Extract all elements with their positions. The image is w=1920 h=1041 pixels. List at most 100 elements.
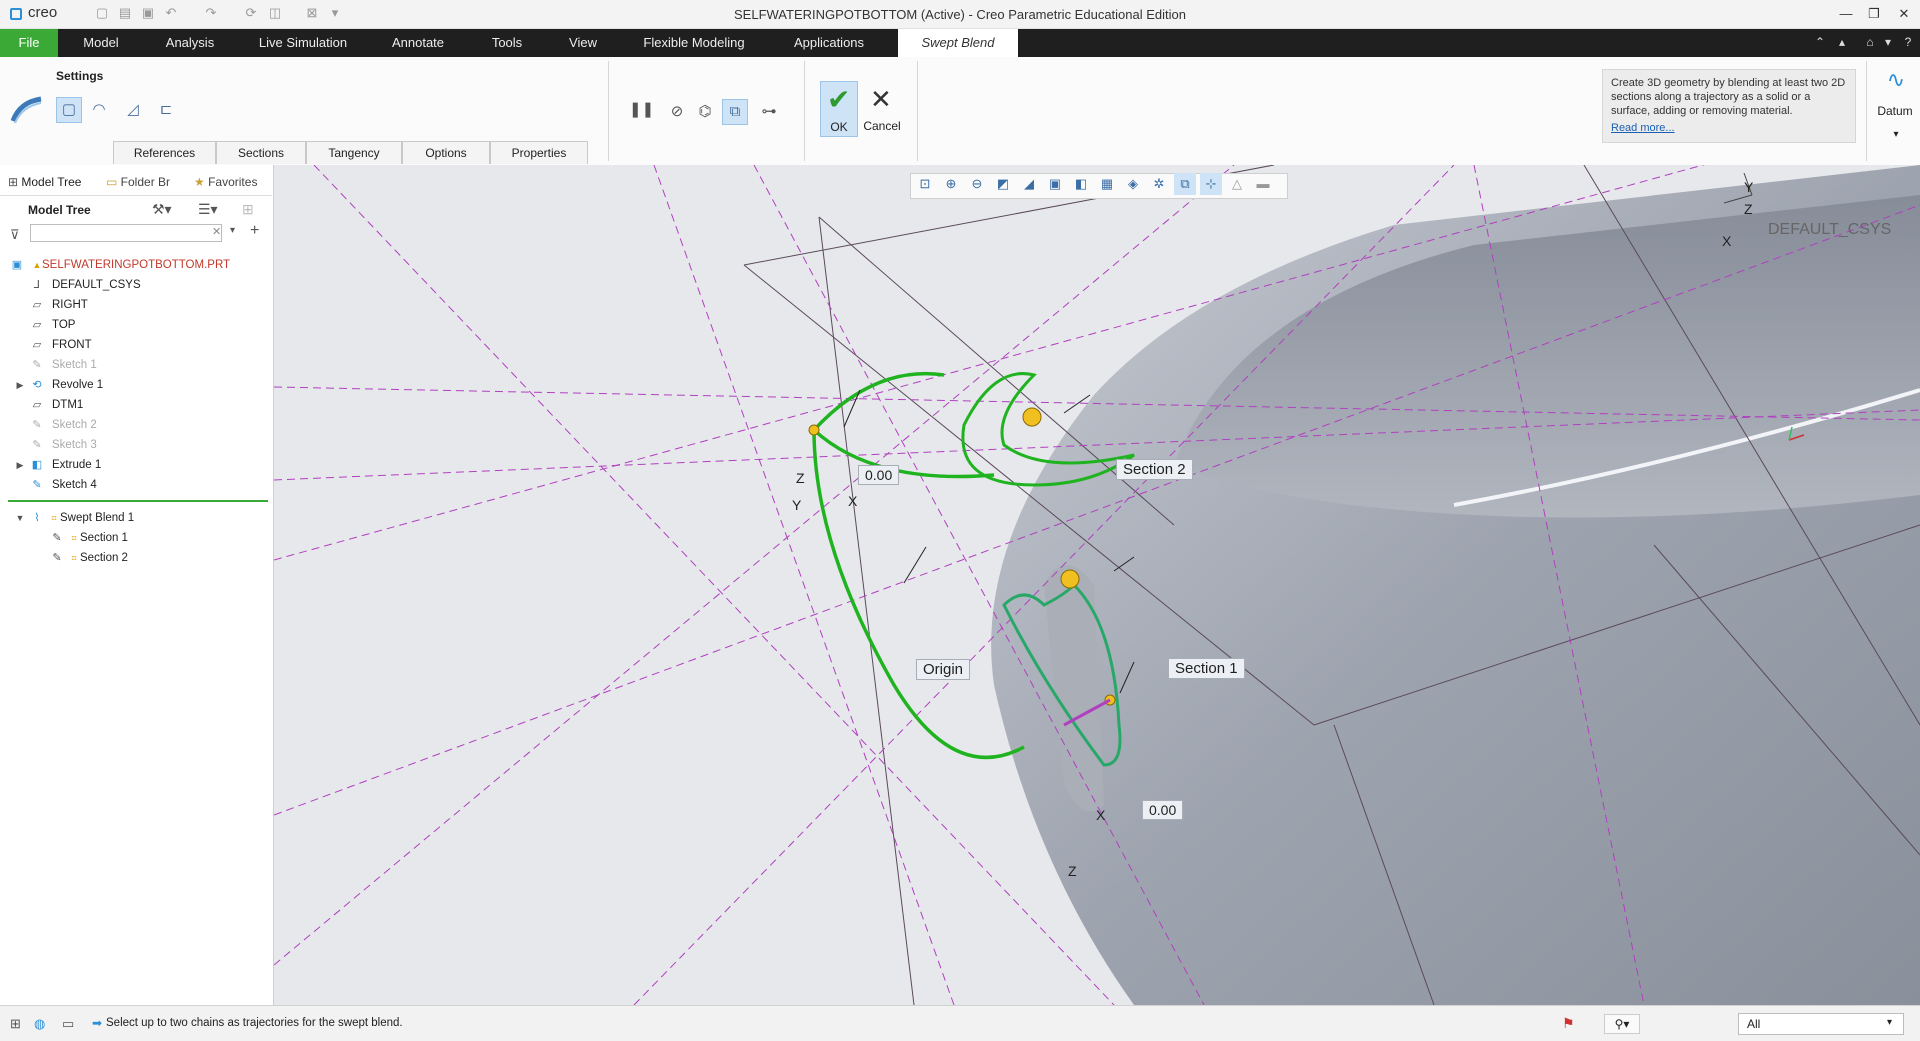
- graphics-viewport[interactable]: ⊡ ⊕ ⊖ ◩ ◢ ▣ ◧ ▦ ◈ ✲ ⧉ ⊹ △ ▬ Section 2 Se…: [274, 165, 1920, 1005]
- navigator-toggle-icon[interactable]: ⊞: [10, 1016, 21, 1032]
- zoom-out-icon[interactable]: ⊖: [966, 173, 988, 195]
- remove-material-button[interactable]: ◿: [120, 97, 146, 123]
- origin-point[interactable]: [808, 424, 820, 436]
- dimension-top[interactable]: 0.00: [858, 465, 900, 485]
- surface-button[interactable]: ◠: [86, 97, 112, 123]
- thicken-button[interactable]: ⊏: [153, 97, 179, 123]
- origin-callout[interactable]: Origin: [916, 659, 971, 680]
- ribbon-dropdown-icon[interactable]: ▾: [1880, 34, 1896, 50]
- tab-model[interactable]: Model: [68, 29, 134, 57]
- tree-item-top[interactable]: ▱ TOP: [0, 315, 272, 335]
- tree-item-sketch-2[interactable]: ✎ Sketch 2: [0, 415, 272, 435]
- expand-arrow-icon[interactable]: ▶: [14, 459, 26, 471]
- refit-icon[interactable]: ⊡: [914, 173, 936, 195]
- tab-model-tree[interactable]: ⊞ Model Tree: [8, 171, 102, 193]
- tab-tools[interactable]: Tools: [478, 29, 536, 57]
- add-filter-icon[interactable]: +: [250, 222, 259, 240]
- browser-toggle-icon[interactable]: ◍: [34, 1016, 45, 1032]
- tree-search-input[interactable]: [30, 224, 222, 242]
- tab-analysis[interactable]: Analysis: [152, 29, 228, 57]
- repaint-icon[interactable]: ◩: [992, 173, 1014, 195]
- subtab-properties[interactable]: Properties: [490, 141, 588, 164]
- search-dropdown-icon[interactable]: ▾: [230, 225, 235, 236]
- saved-orientations-icon[interactable]: ▣: [1044, 173, 1066, 195]
- dimension-bottom[interactable]: 0.00: [1142, 800, 1184, 820]
- verify-mode-icon[interactable]: ⊶: [756, 99, 782, 125]
- perspective-view-icon[interactable]: ◈: [1122, 173, 1144, 195]
- close-icon[interactable]: ✕: [1892, 4, 1916, 24]
- datum-dropdown-icon[interactable]: ▾: [1886, 129, 1906, 140]
- annotation-display-icon[interactable]: ⧉: [1174, 173, 1196, 195]
- tab-view[interactable]: View: [556, 29, 610, 57]
- datum-icon[interactable]: ∿: [1876, 67, 1916, 97]
- datum-display-icon[interactable]: ✲: [1148, 173, 1170, 195]
- selection-filter-dropdown[interactable]: All ▾: [1738, 1013, 1904, 1035]
- help-icon[interactable]: ?: [1900, 34, 1916, 50]
- datum-label[interactable]: Datum: [1872, 104, 1918, 118]
- tree-item-revolve-1[interactable]: ▶ ⟲ Revolve 1: [0, 375, 272, 395]
- display-style-icon[interactable]: ◧: [1070, 173, 1092, 195]
- tree-item-section-2[interactable]: ✎ ⌗ Section 2: [0, 548, 272, 568]
- tab-live-simulation[interactable]: Live Simulation: [252, 29, 354, 57]
- insert-indicator[interactable]: [8, 500, 268, 502]
- detached-preview-icon[interactable]: ⧉: [722, 99, 748, 125]
- filter-icon[interactable]: ⊽: [10, 227, 20, 243]
- ok-button[interactable]: ✔ OK: [820, 81, 858, 137]
- tab-folder-browser[interactable]: ▭ Folder Br: [106, 171, 186, 193]
- expand-arrow-icon[interactable]: ▶: [14, 379, 26, 391]
- tree-item-dtm1[interactable]: ▱ DTM1: [0, 395, 272, 415]
- solid-button[interactable]: ▢: [56, 97, 82, 123]
- favorites-tab-label: Favorites: [208, 175, 258, 189]
- minimize-ribbon-icon[interactable]: ⌃: [1812, 34, 1828, 50]
- tree-item-swept-blend-1[interactable]: ▼ ⌇ ⌗ Swept Blend 1: [0, 508, 272, 528]
- tree-item-front[interactable]: ▱ FRONT: [0, 335, 272, 355]
- appearance-icon[interactable]: △: [1226, 173, 1248, 195]
- reorient-icon[interactable]: ◢: [1018, 173, 1040, 195]
- cancel-button[interactable]: ✕ Cancel: [862, 81, 902, 137]
- model-canvas[interactable]: [274, 165, 1920, 1005]
- annotation-plane-icon[interactable]: ▬: [1252, 173, 1274, 195]
- section-1-callout[interactable]: Section 1: [1168, 658, 1245, 679]
- tree-item-label: FRONT: [52, 339, 92, 351]
- subtab-sections[interactable]: Sections: [216, 141, 306, 164]
- tab-applications[interactable]: Applications: [778, 29, 880, 57]
- pause-button[interactable]: ❚❚: [628, 97, 654, 123]
- tree-item-sketch-1[interactable]: ✎ Sketch 1: [0, 355, 272, 375]
- show-options-icon[interactable]: ☰▾: [198, 201, 228, 218]
- find-icon[interactable]: ⚲▾: [1604, 1014, 1640, 1034]
- fullscreen-toggle-icon[interactable]: ▭: [62, 1016, 74, 1032]
- section-2-handle[interactable]: [1022, 407, 1042, 427]
- read-more-link[interactable]: Read more...: [1611, 122, 1847, 134]
- tree-columns-icon[interactable]: ⊞: [242, 201, 264, 218]
- clear-search-icon[interactable]: ✕: [212, 225, 221, 238]
- tab-swept-blend[interactable]: Swept Blend: [898, 29, 1018, 57]
- tab-favorites[interactable]: ★ Favorites: [194, 171, 272, 193]
- attached-preview-icon[interactable]: ⌬: [692, 99, 718, 125]
- spin-center-icon[interactable]: ⊹: [1200, 173, 1222, 195]
- zoom-in-icon[interactable]: ⊕: [940, 173, 962, 195]
- tab-annotate[interactable]: Annotate: [378, 29, 458, 57]
- section-1-handle[interactable]: [1060, 569, 1080, 589]
- ribbon-up-icon[interactable]: ▴: [1834, 34, 1850, 50]
- minimize-icon[interactable]: —: [1834, 4, 1858, 24]
- tree-item-right[interactable]: ▱ RIGHT: [0, 295, 272, 315]
- subtab-references[interactable]: References: [113, 141, 216, 164]
- collapse-arrow-icon[interactable]: ▼: [14, 512, 26, 524]
- tab-file[interactable]: File: [0, 29, 58, 57]
- tab-flexible-modeling[interactable]: Flexible Modeling: [630, 29, 758, 57]
- message-flag-icon[interactable]: ⚑: [1562, 1015, 1575, 1032]
- tree-item-section-1[interactable]: ✎ ⌗ Section 1: [0, 528, 272, 548]
- tree-settings-icon[interactable]: ⚒▾: [152, 201, 180, 218]
- no-preview-icon[interactable]: ⊘: [664, 99, 690, 125]
- tree-item-sketch-3[interactable]: ✎ Sketch 3: [0, 435, 272, 455]
- tree-item-extrude-1[interactable]: ▶ ◧ Extrude 1: [0, 455, 272, 475]
- tree-item-default-csys[interactable]: ⅃ DEFAULT_CSYS: [0, 275, 272, 295]
- ribbon-options-icon[interactable]: ⌂: [1862, 34, 1878, 50]
- tree-item-root[interactable]: ▣ ▲ SELFWATERINGPOTBOTTOM.PRT: [0, 255, 272, 275]
- tree-item-sketch-4[interactable]: ✎ Sketch 4: [0, 475, 272, 495]
- restore-icon[interactable]: ❐: [1862, 4, 1886, 24]
- view-manager-icon[interactable]: ▦: [1096, 173, 1118, 195]
- subtab-tangency[interactable]: Tangency: [306, 141, 402, 164]
- section-2-callout[interactable]: Section 2: [1116, 459, 1193, 480]
- subtab-options[interactable]: Options: [402, 141, 490, 164]
